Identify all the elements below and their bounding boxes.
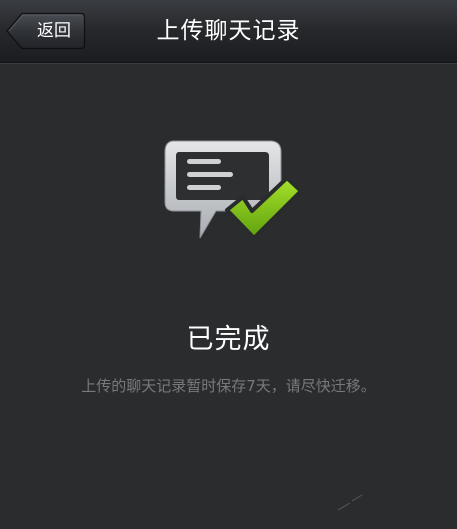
chat-record-check-icon — [164, 138, 306, 250]
page-title: 上传聊天记录 — [156, 18, 301, 44]
watermark-mark-icon — [336, 492, 366, 514]
status-heading: 已完成 — [186, 324, 271, 355]
upload-complete-screen: 返回 上传聊天记录 已完成 上传的聊天记录暂时保存7天，请尽快迁移。 — [0, 0, 457, 529]
title-bar: 返回 上传聊天记录 — [0, 0, 457, 63]
chat-bubble-checkmark-icon — [164, 140, 303, 240]
status-note: 上传的聊天记录暂时保存7天，请尽快迁移。 — [81, 377, 376, 395]
